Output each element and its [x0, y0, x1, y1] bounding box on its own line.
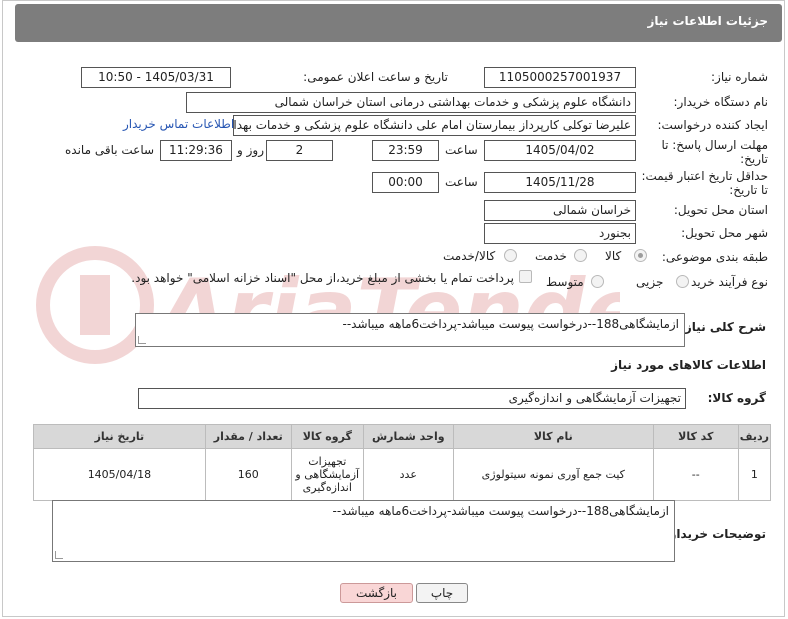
- purchase-type-label: نوع فرآیند خرید :: [683, 275, 768, 289]
- col-code: کد کالا: [652, 424, 739, 449]
- treasury-checkbox[interactable]: [519, 270, 532, 283]
- cell-name: کیت جمع آوری نمونه سیتولوژی: [452, 448, 654, 501]
- purchase-radio-medium[interactable]: [591, 275, 604, 288]
- buyer-notes-textarea: ازمایشگاهی188--درخواست پیوست میباشد-پردا…: [52, 500, 675, 562]
- category-option-goods: کالا: [605, 249, 622, 263]
- deadline-label-2: تاریخ:: [740, 152, 768, 166]
- remaining-time-field: 11:29:36: [160, 140, 232, 161]
- buyer-contact-link[interactable]: اطلاعات تماس خریدار: [123, 117, 234, 131]
- deadline-days-label: روز و: [237, 143, 264, 157]
- buyer-org-field: دانشگاه علوم پزشکی و خدمات بهداشتی درمان…: [186, 92, 636, 113]
- print-button[interactable]: چاپ: [416, 583, 468, 603]
- validity-date-field: 1405/11/28: [484, 172, 636, 193]
- col-unit: واحد شمارش: [362, 424, 454, 449]
- need-number-label: شماره نیاز:: [711, 70, 768, 84]
- resize-handle[interactable]: [138, 336, 146, 344]
- validity-label-2: تا تاریخ:: [729, 183, 768, 197]
- province-label: استان محل تحویل:: [673, 203, 768, 217]
- deadline-label-1: مهلت ارسال پاسخ: تا: [661, 138, 768, 152]
- cell-qty: 160: [204, 448, 292, 501]
- deadline-time-label: ساعت: [445, 143, 478, 157]
- title-bar: جزئیات اطلاعات نیاز: [15, 4, 782, 42]
- category-radio-goods[interactable]: [634, 249, 647, 262]
- resize-handle[interactable]: [55, 551, 63, 559]
- cell-unit: عدد: [362, 448, 454, 501]
- goods-group-label: گروه کالا:: [707, 391, 766, 405]
- category-label: طبقه بندی موضوعی:: [661, 250, 768, 264]
- purchase-radio-minor[interactable]: [676, 275, 689, 288]
- remaining-time-label: ساعت باقی مانده: [65, 143, 155, 157]
- validity-time-label: ساعت: [445, 175, 478, 189]
- goods-group-field: تجهیزات آزمایشگاهی و اندازه‌گیری: [138, 388, 686, 409]
- category-radio-goods-service[interactable]: [504, 249, 517, 262]
- purchase-option-minor: جزیی: [636, 275, 664, 289]
- province-field: خراسان شمالی: [484, 200, 636, 221]
- goods-section-title: اطلاعات کالاهای مورد نیاز: [611, 358, 766, 372]
- city-label: شهر محل تحویل:: [681, 226, 768, 240]
- col-row: ردیف: [737, 424, 772, 449]
- need-number-field: 1105000257001937: [484, 67, 636, 88]
- page-title: جزئیات اطلاعات نیاز: [647, 14, 768, 28]
- col-date: تاریخ نیاز: [33, 424, 206, 449]
- deadline-days-field: 2: [266, 140, 333, 161]
- purchase-option-medium: متوسط: [546, 275, 584, 289]
- col-name: نام کالا: [452, 424, 654, 449]
- cell-date: 1405/04/18: [33, 448, 206, 501]
- announce-field: 1405/03/31 - 10:50: [81, 67, 231, 88]
- category-option-goods-service: کالا/خدمت: [443, 249, 496, 263]
- col-group: گروه کالا: [290, 424, 364, 449]
- deadline-date-field: 1405/04/02: [484, 140, 636, 161]
- buyer-org-label: نام دستگاه خریدار:: [673, 95, 769, 109]
- validity-label-1: حداقل تاریخ اعتبار قیمت:: [641, 169, 768, 183]
- cell-group: تجهیزات آزمایشگاهی و اندازه‌گیری: [290, 448, 364, 501]
- city-field: بجنورد: [484, 223, 636, 244]
- buyer-notes-text: ازمایشگاهی188--درخواست پیوست میباشد-پردا…: [332, 504, 670, 518]
- back-button[interactable]: بازگشت: [340, 583, 413, 603]
- col-qty: تعداد / مقدار: [204, 424, 292, 449]
- table-row: 1 -- کیت جمع آوری نمونه سیتولوژی عدد تجه…: [33, 448, 772, 501]
- treasury-note: پرداخت تمام یا بخشی از مبلغ خرید،از محل …: [131, 271, 514, 285]
- requester-field: علیرضا توکلی کارپرداز بیمارستان امام علی…: [233, 115, 636, 136]
- category-option-service: خدمت: [535, 249, 567, 263]
- description-text: ازمایشگاهی188--درخواست پیوست میباشد-پردا…: [342, 317, 680, 331]
- announce-label: تاریخ و ساعت اعلان عمومی:: [303, 70, 448, 84]
- description-label: شرح کلی نیاز:: [680, 320, 766, 334]
- goods-table: ردیف کد کالا نام کالا واحد شمارش گروه کا…: [33, 424, 772, 501]
- requester-label: ایجاد کننده درخواست:: [657, 118, 768, 132]
- buyer-notes-label: توضیحات خریدار:: [664, 527, 766, 541]
- description-textarea: ازمایشگاهی188--درخواست پیوست میباشد-پردا…: [135, 313, 685, 347]
- table-header-row: ردیف کد کالا نام کالا واحد شمارش گروه کا…: [33, 424, 772, 449]
- cell-row: 1: [737, 448, 772, 501]
- validity-time-field: 00:00: [372, 172, 439, 193]
- deadline-time-field: 23:59: [372, 140, 439, 161]
- cell-code: --: [652, 448, 739, 501]
- category-radio-service[interactable]: [574, 249, 587, 262]
